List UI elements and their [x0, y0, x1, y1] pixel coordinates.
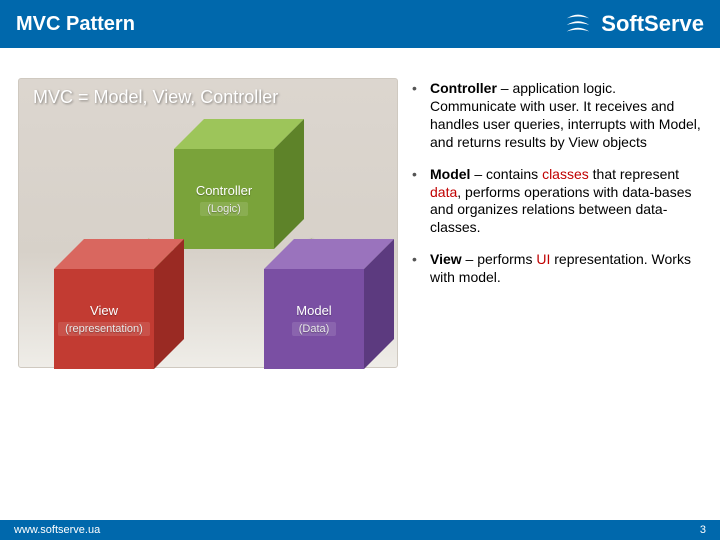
bullet-highlight: classes: [542, 166, 589, 182]
list-item: Model – contains classes that represent …: [412, 166, 702, 238]
bullet-highlight: data: [430, 184, 457, 200]
model-sublabel: (Data): [292, 322, 337, 336]
bullet-highlight: UI: [536, 251, 550, 267]
view-box: View (representation): [54, 269, 154, 369]
bullet-text: that represent: [589, 166, 679, 182]
controller-box: Controller (Logic): [174, 149, 274, 249]
bullet-term: Model: [430, 166, 470, 182]
footer-bar: www.softserve.ua 3: [0, 520, 720, 540]
header-bar: MVC Pattern SoftServe: [0, 0, 720, 48]
page-title: MVC Pattern: [16, 13, 135, 36]
footer-url: www.softserve.ua: [14, 524, 100, 536]
model-box: Model (Data): [264, 269, 364, 369]
controller-label: Controller: [196, 183, 252, 198]
list-item: View – performs UI representation. Works…: [412, 251, 702, 287]
softserve-logo-icon: [563, 9, 593, 39]
bullet-text: – contains: [470, 166, 542, 182]
brand: SoftServe: [563, 9, 704, 39]
page-number: 3: [700, 524, 706, 536]
bullet-text: – performs: [462, 251, 537, 267]
view-sublabel: (representation): [58, 322, 150, 336]
content-area: MVC = Model, View, Controller Controller…: [0, 48, 720, 368]
mvc-diagram: MVC = Model, View, Controller Controller…: [18, 78, 398, 368]
bullet-term: View: [430, 251, 462, 267]
brand-name: SoftServe: [601, 11, 704, 37]
bullet-text: , performs operations with data-bases an…: [430, 184, 691, 236]
model-label: Model: [296, 303, 331, 318]
list-item: Controller – application logic. Communic…: [412, 80, 702, 152]
view-label: View: [90, 303, 118, 318]
controller-sublabel: (Logic): [200, 202, 248, 216]
diagram-title: MVC = Model, View, Controller: [33, 87, 278, 108]
bullet-term: Controller: [430, 80, 497, 96]
bullet-list: Controller – application logic. Communic…: [412, 78, 702, 368]
